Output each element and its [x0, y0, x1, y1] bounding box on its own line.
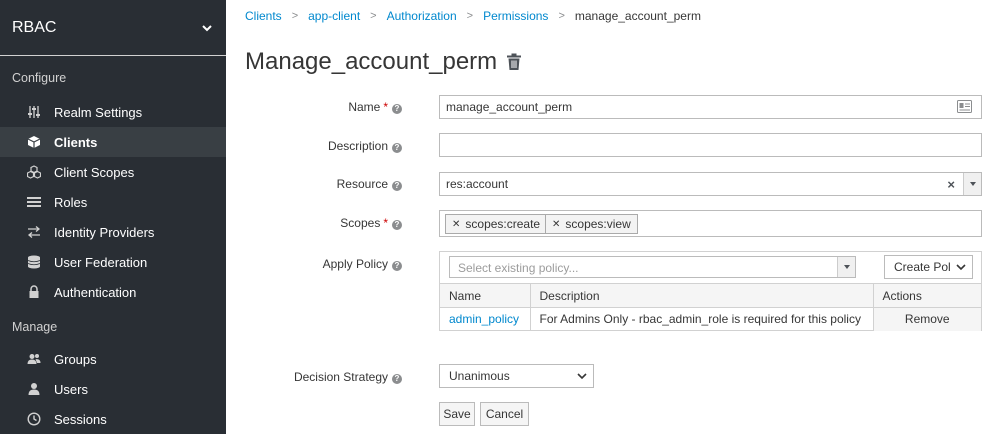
resource-select-value: res:account — [446, 177, 509, 191]
sidebar-item-sessions[interactable]: Sessions — [0, 404, 226, 434]
table-row: admin_policy For Admins Only - rbac_admi… — [440, 307, 981, 331]
cube-icon — [26, 134, 42, 150]
name-input[interactable]: manage_account_perm — [439, 95, 982, 119]
help-icon[interactable]: ? — [392, 220, 402, 230]
resource-label: Resource? — [337, 177, 402, 191]
breadcrumb-permissions[interactable]: Permissions — [483, 9, 548, 23]
sidebar-item-client-scopes[interactable]: Client Scopes — [0, 157, 226, 187]
sidebar-item-label: Users — [54, 381, 88, 397]
cancel-button[interactable]: Cancel — [480, 402, 529, 426]
create-policy-select[interactable]: Create Pol — [884, 255, 973, 279]
help-icon[interactable]: ? — [392, 143, 402, 153]
column-header-description: Description — [530, 283, 874, 308]
sidebar-item-roles[interactable]: Roles — [0, 187, 226, 217]
chevron-down-icon — [577, 373, 587, 380]
decision-strategy-select[interactable]: Unanimous — [439, 364, 594, 388]
policy-name-cell: admin_policy — [440, 307, 531, 331]
help-icon[interactable]: ? — [392, 104, 402, 114]
main-content: Clients > app-client > Authorization > P… — [226, 0, 1000, 434]
required-mark: * — [383, 216, 388, 230]
name-label: Name *? — [348, 100, 402, 114]
sidebar-item-realm-settings[interactable]: Realm Settings — [0, 97, 226, 127]
realm-selector[interactable]: RBAC — [0, 0, 226, 56]
exchange-icon — [26, 224, 42, 240]
remove-button[interactable]: Remove — [872, 307, 981, 331]
name-input-value: manage_account_perm — [446, 100, 573, 114]
clock-icon — [26, 411, 42, 427]
caret-down-icon — [969, 182, 976, 186]
sidebar-item-label: Roles — [54, 194, 88, 210]
policy-select-placeholder: Select existing policy... — [458, 261, 579, 275]
breadcrumb-app-client[interactable]: app-client — [308, 9, 360, 23]
resource-select[interactable]: res:account × — [439, 172, 982, 196]
remove-chip-icon[interactable]: ✕ — [552, 219, 560, 230]
sidebar-item-label: User Federation — [54, 254, 148, 270]
sidebar-item-identity-providers[interactable]: Identity Providers — [0, 217, 226, 247]
clear-icon[interactable]: × — [947, 177, 955, 192]
sidebar-item-groups[interactable]: Groups — [0, 344, 226, 374]
breadcrumb-authorization[interactable]: Authorization — [387, 9, 457, 23]
breadcrumb: Clients > app-client > Authorization > P… — [245, 9, 701, 23]
column-header-actions: Actions — [873, 283, 981, 308]
sidebar-item-users[interactable]: Users — [0, 374, 226, 404]
realm-name: RBAC — [12, 18, 57, 36]
sidebar-item-label: Authentication — [54, 284, 137, 300]
breadcrumb-separator-icon: > — [370, 10, 377, 22]
section-label-manage: Manage — [12, 320, 58, 334]
required-mark: * — [383, 100, 388, 114]
help-icon[interactable]: ? — [392, 181, 402, 191]
users-icon — [26, 351, 42, 367]
apply-policy-label: Apply Policy? — [323, 257, 402, 271]
sidebar-item-authentication[interactable]: Authentication — [0, 277, 226, 307]
breadcrumb-clients[interactable]: Clients — [245, 9, 282, 23]
sidebar-item-label: Clients — [54, 134, 98, 150]
breadcrumb-separator-icon: > — [291, 10, 299, 22]
resource-dropdown-toggle[interactable] — [963, 173, 981, 195]
sidebar: RBAC Configure Realm Settings Clients Cl… — [0, 0, 226, 434]
policy-description-cell: For Admins Only - rbac_admin_role is req… — [530, 307, 874, 331]
description-label: Description? — [328, 139, 402, 153]
breadcrumb-separator-icon: > — [466, 10, 474, 22]
sidebar-item-user-federation[interactable]: User Federation — [0, 247, 226, 277]
save-button[interactable]: Save — [439, 402, 475, 426]
decision-strategy-label: Decision Strategy? — [294, 370, 402, 384]
page-title-text: Manage_account_perm — [245, 48, 498, 75]
lock-icon — [26, 284, 42, 300]
scopes-input[interactable]: ✕ scopes:create ✕ scopes:view — [439, 210, 982, 237]
scope-chip: ✕ scopes:view — [545, 214, 638, 234]
policy-table: Name Description Actions admin_policy Fo… — [440, 283, 981, 331]
chevron-down-icon — [202, 24, 212, 31]
cubes-icon — [26, 164, 42, 180]
policy-link[interactable]: admin_policy — [449, 312, 519, 326]
database-icon — [26, 254, 42, 270]
chevron-down-icon — [956, 264, 966, 271]
scopes-label: Scopes *? — [340, 216, 402, 230]
user-icon — [26, 381, 42, 397]
list-icon — [26, 194, 42, 210]
sidebar-item-label: Client Scopes — [54, 164, 135, 180]
sidebar-item-label: Groups — [54, 351, 97, 367]
id-card-icon[interactable] — [957, 100, 972, 113]
help-icon[interactable]: ? — [392, 374, 402, 384]
description-input[interactable] — [439, 133, 982, 157]
breadcrumb-separator-icon: > — [558, 10, 565, 22]
sliders-icon — [26, 104, 42, 120]
sidebar-item-clients[interactable]: Clients — [0, 127, 226, 157]
section-label-configure: Configure — [12, 71, 67, 85]
policy-select[interactable]: Select existing policy... — [449, 256, 856, 278]
sidebar-item-label: Sessions — [54, 411, 107, 427]
apply-policy-panel: Select existing policy... Create Pol Nam… — [439, 251, 982, 331]
help-icon[interactable]: ? — [392, 261, 402, 271]
page-title: Manage_account_perm — [245, 48, 522, 76]
scope-chip: ✕ scopes:create — [445, 214, 548, 234]
remove-chip-icon[interactable]: ✕ — [452, 219, 460, 230]
policy-dropdown-toggle[interactable] — [837, 257, 855, 277]
sidebar-item-label: Identity Providers — [54, 224, 155, 240]
caret-down-icon — [843, 265, 850, 269]
trash-icon[interactable] — [506, 53, 522, 71]
column-header-name: Name — [440, 283, 531, 308]
table-header-row: Name Description Actions — [440, 283, 981, 308]
sidebar-item-label: Realm Settings — [54, 104, 143, 120]
breadcrumb-current: manage_account_perm — [574, 9, 701, 23]
